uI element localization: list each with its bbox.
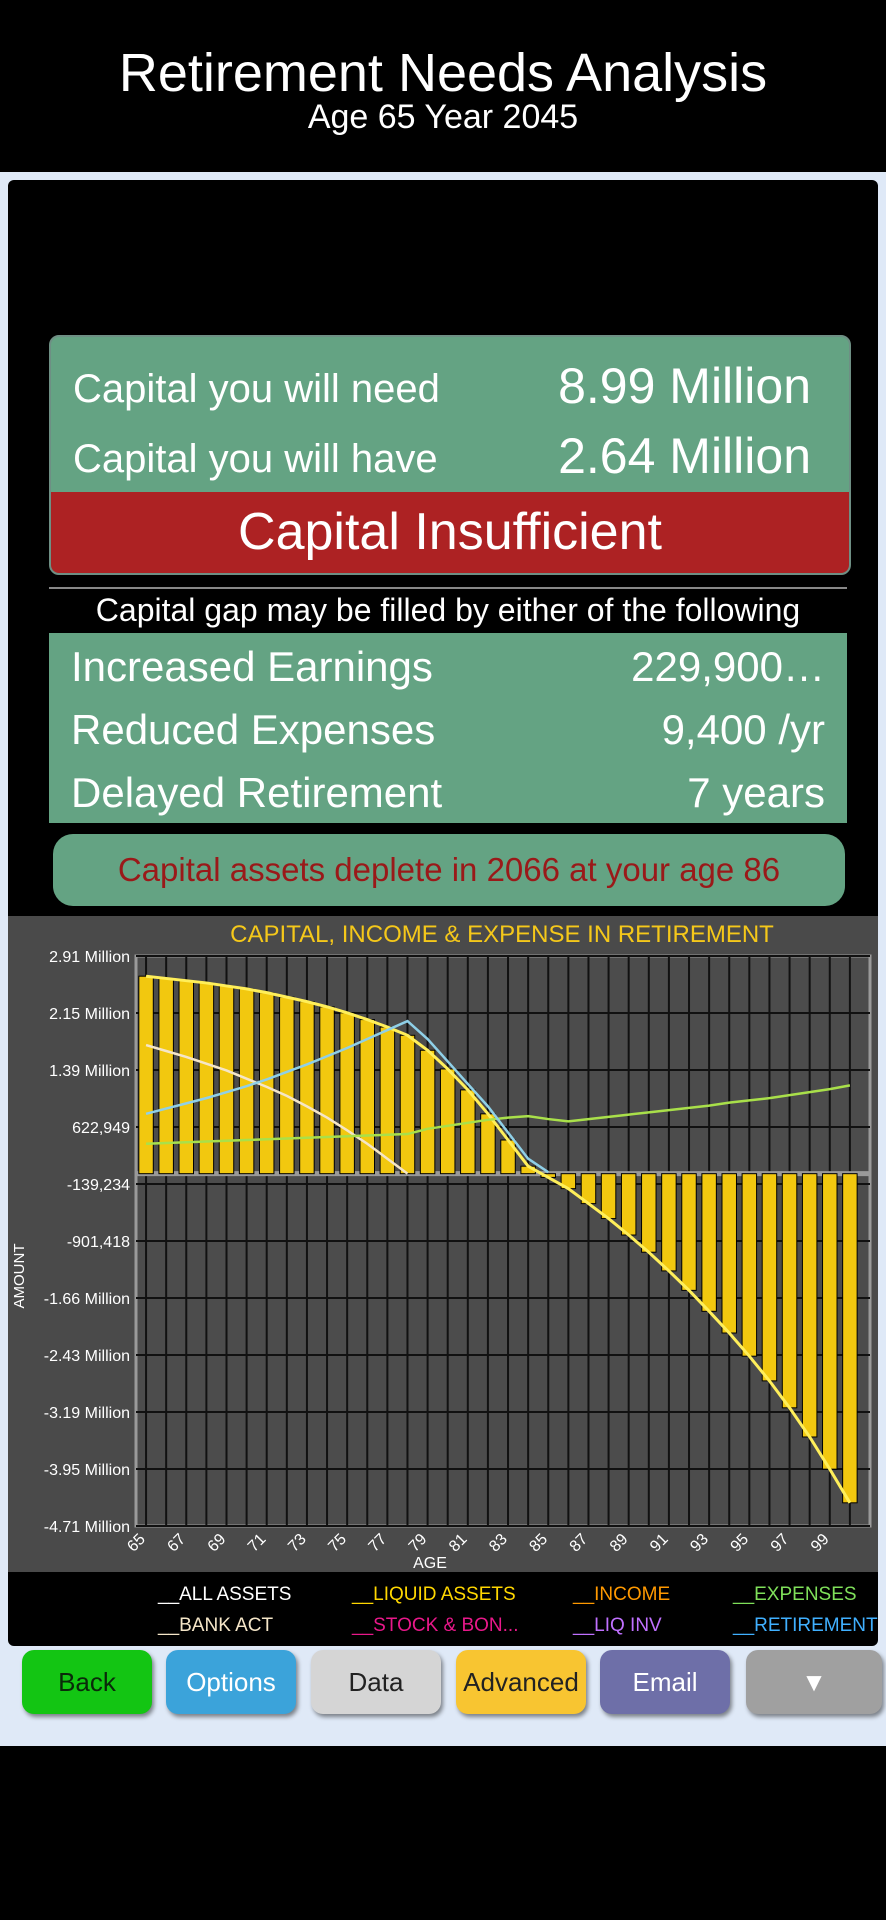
y-tick-label: -3.19 Million: [44, 1405, 130, 1422]
capital-need-value: 8.99 Million: [558, 358, 811, 414]
options-button[interactable]: Options: [166, 1650, 296, 1714]
bar: [842, 1173, 858, 1504]
gap-intro: Capital gap may be filled by either of t…: [95, 592, 801, 628]
bar: [299, 1001, 315, 1175]
bar: [359, 1019, 375, 1175]
bar: [379, 1026, 396, 1175]
bar: [319, 1006, 335, 1175]
bar: [460, 1089, 476, 1175]
bar: [600, 1173, 617, 1220]
y-tick-label: 2.91 Million: [49, 949, 130, 966]
more-menu-button[interactable]: ▼: [746, 1650, 882, 1714]
email-button[interactable]: Email: [600, 1650, 730, 1714]
gap-row: Delayed Retirement 7 years: [71, 769, 825, 829]
bar: [419, 1049, 436, 1175]
bar: [741, 1173, 758, 1357]
y-tick-label: 622,949: [72, 1120, 130, 1137]
bar: [781, 1173, 798, 1409]
bar: [801, 1173, 818, 1438]
bar: [701, 1173, 717, 1312]
depletion-message: Capital assets deplete in 2066 at your a…: [53, 834, 845, 906]
chart-title: CAPITAL, INCOME & EXPENSE IN RETIREMENT: [230, 921, 774, 948]
bar: [339, 1012, 355, 1175]
gap-row-value: 9,400 /yr: [661, 706, 825, 753]
capital-status-banner: Capital Insufficient: [51, 492, 849, 573]
page-title: Retirement Needs Analysis: [118, 43, 768, 103]
y-tick-label: -4.71 Million: [44, 1519, 130, 1536]
legend-item: __LIQUID ASSETS: [352, 1584, 516, 1605]
advanced-button[interactable]: Advanced: [456, 1650, 586, 1714]
y-tick-label: -1.66 Million: [44, 1291, 130, 1308]
bar: [198, 982, 215, 1175]
gap-row: Reduced Expenses 9,400 /yr: [71, 706, 825, 766]
y-tick-label: -139,234: [67, 1177, 130, 1194]
y-tick-label: -3.95 Million: [44, 1462, 130, 1479]
bar: [439, 1068, 456, 1175]
bar: [399, 1034, 416, 1175]
legend-item: __INCOME: [573, 1584, 671, 1605]
y-tick-label: 2.15 Million: [49, 1006, 130, 1023]
capital-have-row: Capital you will have 2.64 Million: [73, 427, 811, 487]
bar: [641, 1173, 657, 1253]
bar: [721, 1173, 737, 1334]
gap-row-value: 7 years: [687, 769, 825, 816]
capital-have-value: 2.64 Million: [558, 428, 811, 484]
legend-item: __ALL ASSETS: [158, 1584, 292, 1605]
legend-item: __BANK ACT: [158, 1615, 274, 1636]
legend-item: __EXPENSES: [733, 1584, 857, 1605]
y-tick-label: -2.43 Million: [44, 1348, 130, 1365]
y-tick-label: 1.39 Million: [49, 1063, 130, 1080]
retirement-chart: CAPITAL, INCOME & EXPENSE IN RETIREMENT …: [8, 916, 878, 1572]
capital-have-label: Capital you will have: [73, 437, 438, 481]
capital-need-label: Capital you will need: [73, 367, 440, 411]
bar: [279, 996, 295, 1175]
capital-need-row: Capital you will need 8.99 Million: [73, 357, 811, 417]
x-axis-label: AGE: [413, 1555, 447, 1572]
bar: [761, 1173, 778, 1382]
legend-item: __LIQ INV: [573, 1615, 662, 1636]
y-axis-label: AMOUNT: [11, 1244, 28, 1309]
gap-row-label: Reduced Expenses: [71, 706, 436, 753]
data-button[interactable]: Data: [311, 1650, 441, 1714]
gap-options: Increased Earnings 229,900… Reduced Expe…: [49, 633, 847, 823]
chevron-down-icon: ▼: [801, 1667, 827, 1697]
bar: [822, 1173, 838, 1470]
bar: [218, 985, 235, 1175]
bar: [661, 1173, 677, 1272]
y-tick-label: -901,418: [67, 1234, 130, 1251]
page-subtitle: Age 65 Year 2045: [307, 98, 579, 136]
section-divider: [49, 587, 847, 589]
back-button[interactable]: Back: [22, 1650, 152, 1714]
gap-row-label: Increased Earnings: [71, 643, 433, 690]
bar: [681, 1173, 697, 1291]
legend-item: __RETIREMENT: [733, 1615, 878, 1636]
gap-row-value: 229,900…: [631, 643, 825, 690]
capital-summary: Capital you will need 8.99 Million Capit…: [49, 335, 851, 575]
legend-item: __STOCK & BON...: [352, 1615, 519, 1636]
bar: [258, 992, 275, 1175]
gap-row-label: Delayed Retirement: [71, 769, 443, 816]
gap-row: Increased Earnings 229,900…: [71, 643, 825, 703]
bar: [178, 980, 195, 1175]
bar: [620, 1173, 637, 1236]
